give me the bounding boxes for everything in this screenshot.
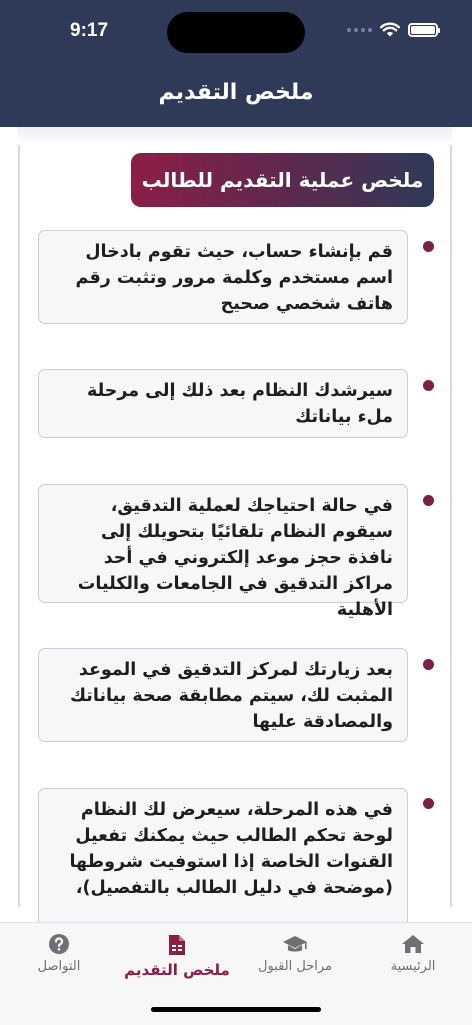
step-card-5: في هذه المرحلة، سيعرض لك النظام لوحة تحك… (38, 788, 408, 938)
tab-application-summary-label: ملخص التقديم (124, 961, 230, 979)
dynamic-island (167, 12, 305, 53)
step-5-bullet (423, 798, 434, 809)
status-time: 9:17 (70, 20, 109, 41)
wifi-icon (380, 22, 400, 37)
tab-admission-stages-label: مراحل القبول (258, 959, 332, 974)
tab-contact-label: التواصل (37, 959, 81, 974)
step-2-bullet (423, 380, 434, 391)
page-title: ملخص التقديم (158, 80, 314, 105)
tab-application-summary[interactable]: ملخص التقديم (118, 933, 236, 989)
cellular-signal-icon (347, 27, 372, 32)
tab-contact[interactable]: التواصل (0, 933, 118, 989)
step-4-bullet (423, 659, 434, 670)
step-3-bullet (423, 495, 434, 506)
tab-home[interactable]: الرئيسية (354, 933, 472, 989)
step-card-1: قم بإنشاء حساب، حيث تقوم بادخال اسم مستخ… (38, 230, 408, 324)
graduation-cap-icon (283, 936, 307, 952)
help-icon (49, 934, 69, 954)
step-card-4: بعد زيارتك لمركز التدقيق في الموعد المثب… (38, 648, 408, 742)
tab-home-label: الرئيسية (390, 959, 436, 974)
panel-top-shadow (18, 127, 452, 145)
home-indicator[interactable] (151, 1007, 321, 1012)
step-card-3: في حالة احتياجك لعملية التدقيق، سيقوم ال… (38, 484, 408, 620)
status-icons (347, 22, 440, 37)
app-header: 9:17 ملخص التقديم (0, 0, 472, 127)
tab-admission-stages[interactable]: مراحل القبول (236, 933, 354, 989)
step-1-bullet (423, 241, 434, 252)
home-icon (402, 935, 424, 953)
step-card-2: سيرشدك النظام بعد ذلك إلى مرحلة ملء بيان… (38, 369, 408, 438)
battery-icon (408, 22, 440, 37)
document-icon (169, 935, 185, 955)
summary-title-badge: ملخص عملية التقديم للطالب (131, 153, 434, 207)
